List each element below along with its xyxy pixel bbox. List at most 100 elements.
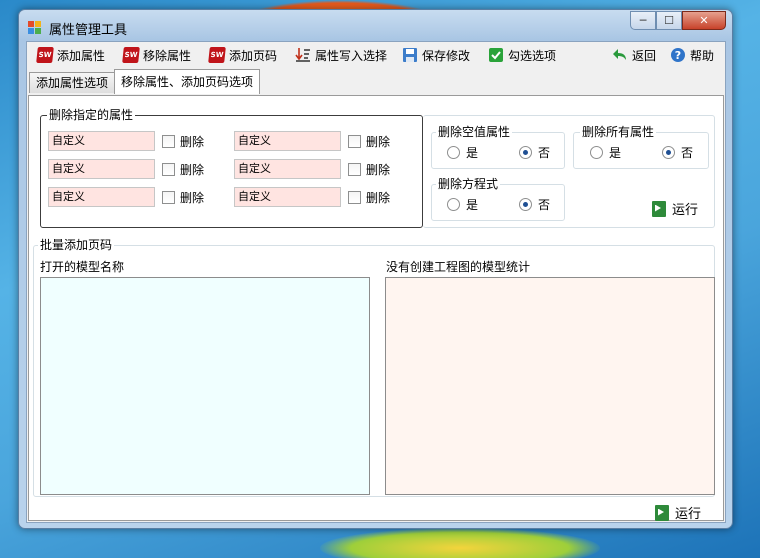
radio-label: 是 bbox=[466, 146, 479, 160]
app-window: 属性管理工具 ─ ☐ ✕ SW 添加属性 SW 移除属性 SW 添加页码 属性写… bbox=[18, 9, 733, 529]
delete-checkbox-label: 删除 bbox=[180, 163, 205, 177]
tab-remove-property-page-code[interactable]: 移除属性、添加页码选项 bbox=[114, 69, 260, 94]
check-options-button[interactable]: 勾选选项 bbox=[488, 46, 556, 64]
batch-page-title: 批量添加页码 bbox=[38, 238, 115, 252]
solidworks-icon: SW bbox=[36, 47, 54, 63]
delete-equations-group: 删除方程式 是 否 bbox=[431, 177, 565, 221]
delete-checkbox-label: 删除 bbox=[366, 163, 391, 177]
radio-label: 否 bbox=[681, 146, 694, 160]
tab-add-property-options[interactable]: 添加属性选项 bbox=[29, 72, 115, 93]
no-drawing-label: 没有创建工程图的模型统计 bbox=[386, 260, 531, 274]
window-title: 属性管理工具 bbox=[49, 23, 128, 38]
help-icon: ? bbox=[671, 48, 685, 62]
radio-label: 是 bbox=[609, 146, 622, 160]
radio-label: 否 bbox=[538, 146, 551, 160]
custom-property-field-4[interactable]: 自定义 bbox=[234, 159, 341, 179]
run-label: 运行 bbox=[675, 507, 702, 522]
remove-property-label: 移除属性 bbox=[143, 48, 192, 63]
delete-empty-title: 删除空值属性 bbox=[436, 125, 513, 139]
radio-button[interactable] bbox=[590, 146, 603, 159]
close-button[interactable]: ✕ bbox=[682, 11, 726, 30]
checkbox[interactable] bbox=[348, 163, 361, 176]
minimize-button[interactable]: ─ bbox=[630, 11, 656, 30]
delete-all-yes-radio[interactable]: 是 bbox=[590, 144, 621, 161]
open-models-label: 打开的模型名称 bbox=[40, 260, 125, 274]
delete-specified-group: 删除指定的属性 自定义 删除 自定义 删除 自定义 删除 自定义 删除 自定义 … bbox=[40, 108, 423, 228]
add-property-button[interactable]: SW 添加属性 bbox=[36, 46, 106, 64]
svg-text:?: ? bbox=[675, 49, 681, 62]
remove-property-button[interactable]: SW 移除属性 bbox=[122, 46, 192, 64]
write-property-selection-button[interactable]: 属性写入选择 bbox=[295, 46, 387, 64]
run-icon bbox=[652, 200, 666, 217]
radio-button[interactable] bbox=[447, 198, 460, 211]
delete-empty-no-radio[interactable]: 否 bbox=[519, 144, 550, 161]
checkbox[interactable] bbox=[162, 163, 175, 176]
solidworks-icon: SW bbox=[208, 47, 226, 63]
delete-equations-yes-radio[interactable]: 是 bbox=[447, 196, 478, 213]
custom-property-field-3[interactable]: 自定义 bbox=[48, 159, 155, 179]
sort-arrow-icon bbox=[295, 48, 310, 62]
delete-checkbox-5[interactable]: 删除 bbox=[162, 189, 204, 206]
checkbox[interactable] bbox=[348, 191, 361, 204]
back-button[interactable]: 返回 bbox=[612, 46, 656, 64]
delete-checkbox-4[interactable]: 删除 bbox=[348, 161, 390, 178]
run-button-bottom[interactable]: 运行 bbox=[655, 503, 701, 522]
solidworks-icon: SW bbox=[122, 47, 140, 63]
add-page-code-label: 添加页码 bbox=[229, 48, 278, 63]
back-arrow-icon bbox=[613, 49, 626, 60]
run-icon bbox=[655, 504, 669, 521]
save-changes-label: 保存修改 bbox=[422, 48, 471, 63]
desktop-wallpaper-flower bbox=[320, 528, 600, 558]
delete-equations-title: 删除方程式 bbox=[436, 177, 501, 191]
delete-checkbox-6[interactable]: 删除 bbox=[348, 189, 390, 206]
add-property-label: 添加属性 bbox=[57, 48, 106, 63]
custom-property-field-2[interactable]: 自定义 bbox=[234, 131, 341, 151]
help-label: 帮助 bbox=[690, 48, 715, 63]
radio-label: 否 bbox=[538, 198, 551, 212]
radio-button-selected[interactable] bbox=[519, 198, 532, 211]
delete-checkbox-label: 删除 bbox=[180, 135, 205, 149]
toolbar: SW 添加属性 SW 移除属性 SW 添加页码 属性写入选择 保存修改 勾选选项… bbox=[27, 42, 725, 68]
app-icon bbox=[28, 21, 42, 35]
window-controls: ─ ☐ ✕ bbox=[630, 11, 726, 30]
checkbox[interactable] bbox=[348, 135, 361, 148]
add-page-code-button[interactable]: SW 添加页码 bbox=[208, 46, 278, 64]
maximize-button[interactable]: ☐ bbox=[656, 11, 682, 30]
check-options-label: 勾选选项 bbox=[508, 48, 557, 63]
run-label: 运行 bbox=[672, 203, 699, 218]
checkbox[interactable] bbox=[162, 135, 175, 148]
custom-property-field-6[interactable]: 自定义 bbox=[234, 187, 341, 207]
radio-label: 是 bbox=[466, 198, 479, 212]
delete-checkbox-label: 删除 bbox=[180, 191, 205, 205]
run-button-top[interactable]: 运行 bbox=[652, 199, 698, 218]
save-changes-button[interactable]: 保存修改 bbox=[402, 46, 470, 64]
help-button[interactable]: ? 帮助 bbox=[670, 46, 714, 64]
delete-empty-group: 删除空值属性 是 否 bbox=[431, 125, 565, 169]
checkbox[interactable] bbox=[162, 191, 175, 204]
delete-all-no-radio[interactable]: 否 bbox=[662, 144, 693, 161]
back-label: 返回 bbox=[632, 48, 657, 63]
tab-strip: 添加属性选项 移除属性、添加页码选项 bbox=[27, 69, 725, 95]
delete-checkbox-1[interactable]: 删除 bbox=[162, 133, 204, 150]
write-property-selection-label: 属性写入选择 bbox=[315, 48, 388, 63]
custom-property-field-1[interactable]: 自定义 bbox=[48, 131, 155, 151]
save-icon bbox=[403, 48, 417, 62]
radio-button-selected[interactable] bbox=[519, 146, 532, 159]
radio-button[interactable] bbox=[447, 146, 460, 159]
custom-property-field-5[interactable]: 自定义 bbox=[48, 187, 155, 207]
radio-button-selected[interactable] bbox=[662, 146, 675, 159]
delete-all-group: 删除所有属性 是 否 bbox=[573, 125, 709, 169]
delete-checkbox-label: 删除 bbox=[366, 135, 391, 149]
tab-page: 删除指定的属性 自定义 删除 自定义 删除 自定义 删除 自定义 删除 自定义 … bbox=[28, 95, 724, 522]
delete-checkbox-2[interactable]: 删除 bbox=[348, 133, 390, 150]
open-models-list[interactable] bbox=[40, 277, 370, 495]
client-area: SW 添加属性 SW 移除属性 SW 添加页码 属性写入选择 保存修改 勾选选项… bbox=[26, 41, 726, 523]
title-bar[interactable]: 属性管理工具 ─ ☐ ✕ bbox=[19, 10, 732, 42]
delete-checkbox-3[interactable]: 删除 bbox=[162, 161, 204, 178]
delete-checkbox-label: 删除 bbox=[366, 191, 391, 205]
no-drawing-list[interactable] bbox=[385, 277, 715, 495]
checkbox-checked-icon bbox=[489, 48, 503, 62]
delete-empty-yes-radio[interactable]: 是 bbox=[447, 144, 478, 161]
delete-equations-no-radio[interactable]: 否 bbox=[519, 196, 550, 213]
delete-specified-title: 删除指定的属性 bbox=[47, 108, 136, 122]
